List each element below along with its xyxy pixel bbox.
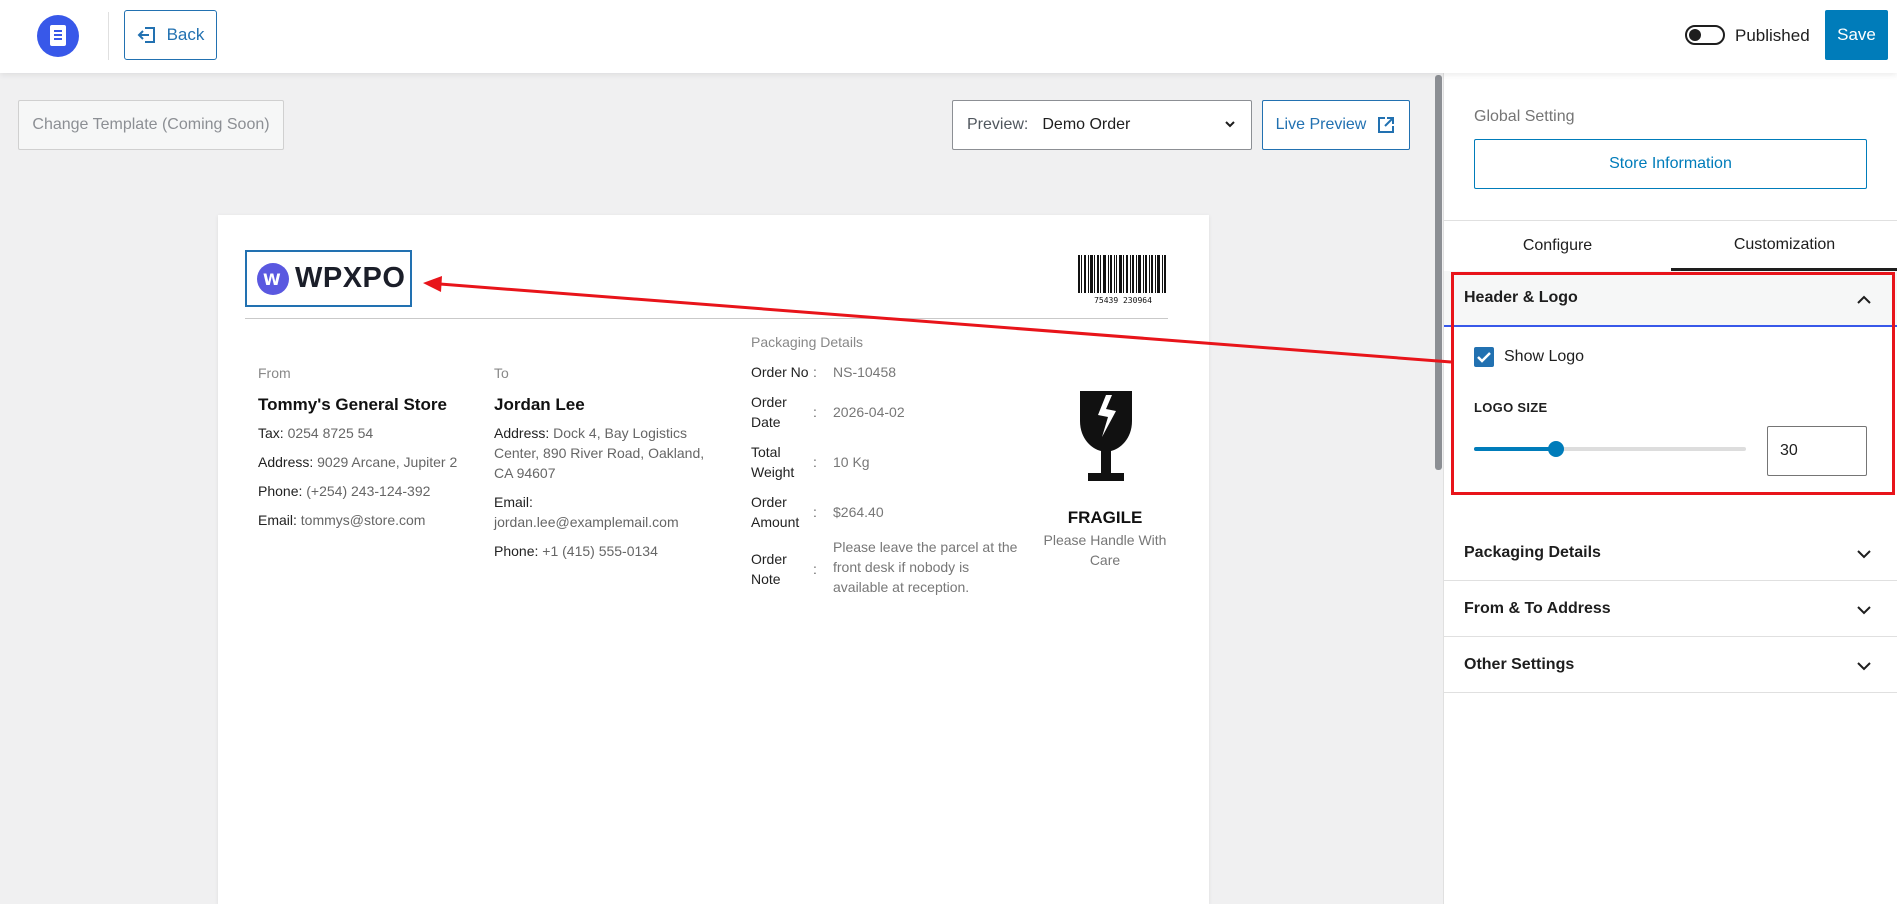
packaging-row: Order No: NS-10458 xyxy=(751,362,1031,382)
preview-value: Demo Order xyxy=(1042,116,1131,133)
label-logo[interactable]: W WPXPO xyxy=(245,250,412,307)
from-email-value: tommys@store.com xyxy=(300,512,426,528)
from-tax-key: Tax: xyxy=(258,425,284,441)
wpxpo-logo-icon: W xyxy=(257,262,289,295)
from-email-key: Email: xyxy=(258,512,297,528)
section-other-label: Other Settings xyxy=(1464,655,1575,673)
section-address-label: From & To Address xyxy=(1464,599,1611,617)
to-heading: To xyxy=(494,365,509,381)
packaging-row: Order Amount: $264.40 xyxy=(751,492,1031,532)
from-address-key: Address: xyxy=(258,454,314,470)
from-tax-value: 0254 8725 54 xyxy=(287,425,374,441)
from-phone-value: (+254) 243-124-392 xyxy=(306,483,431,499)
barcode-icon: 75439 230964 xyxy=(1078,255,1166,305)
packaging-key: Order Note xyxy=(751,551,787,587)
store-information-button[interactable]: Store Information xyxy=(1474,139,1867,189)
packaging-title: Packaging Details xyxy=(751,334,864,350)
canvas-scrollbar[interactable] xyxy=(1435,75,1442,470)
top-bar: Back Published Save xyxy=(0,0,1897,73)
packaging-key: Order No xyxy=(751,364,809,380)
save-button[interactable]: Save xyxy=(1825,10,1888,60)
to-name: Jordan Lee xyxy=(494,395,585,414)
to-address: To Jordan Lee Address: Dock 4, Bay Logis… xyxy=(494,363,709,570)
slider-thumb[interactable] xyxy=(1547,441,1564,457)
chevron-down-icon xyxy=(1857,662,1871,671)
section-packaging-details[interactable]: Packaging Details xyxy=(1444,525,1897,581)
from-address: From Tommy's General Store Tax: 0254 872… xyxy=(258,363,468,539)
from-name: Tommy's General Store xyxy=(258,395,447,414)
logo-size-slider[interactable] xyxy=(1474,441,1746,457)
show-logo-checkbox[interactable] xyxy=(1474,347,1494,367)
fragile-glass-icon xyxy=(1080,391,1132,481)
packaging-value: NS-10458 xyxy=(833,364,897,380)
chevron-up-icon xyxy=(1857,295,1871,304)
logo-wordmark: WPXPO xyxy=(295,262,406,294)
packaging-key: Order Date xyxy=(751,394,787,430)
to-phone-key: Phone: xyxy=(494,543,539,559)
checkmark-icon xyxy=(1477,352,1491,363)
change-template-button[interactable]: Change Template (Coming Soon) xyxy=(18,100,284,150)
slider-fill xyxy=(1474,447,1556,451)
external-link-icon xyxy=(1378,117,1395,133)
section-header-logo-label: Header & Logo xyxy=(1464,289,1578,306)
logo-size-input[interactable]: 30 xyxy=(1767,426,1867,476)
logo-size-label: LOGO SIZE xyxy=(1474,400,1548,415)
section-packaging-label: Packaging Details xyxy=(1464,543,1601,561)
tab-configure[interactable]: Configure xyxy=(1444,221,1671,271)
packaging-value: 2026-04-02 xyxy=(833,404,905,420)
global-setting-label: Global Setting xyxy=(1474,108,1575,125)
preview-label: Preview: xyxy=(967,116,1029,133)
packaging-key: Total Weight xyxy=(751,444,795,480)
show-logo-label: Show Logo xyxy=(1504,348,1585,365)
fragile-subtitle: Please Handle With Care xyxy=(1043,532,1167,568)
packaging-value: Please leave the parcel at the front des… xyxy=(833,539,1018,595)
from-address-value: 9029 Arcane, Jupiter 2 xyxy=(317,454,458,470)
back-button[interactable]: Back xyxy=(124,10,217,60)
published-label: Published xyxy=(1735,26,1810,45)
label-divider xyxy=(245,318,1168,319)
to-email-key: Email: xyxy=(494,494,533,510)
section-from-to-address[interactable]: From & To Address xyxy=(1444,581,1897,637)
to-address-key: Address: xyxy=(494,425,550,441)
divider xyxy=(108,12,109,60)
packaging-row: Order Note: Please leave the parcel at th… xyxy=(751,537,1031,597)
chevron-down-icon xyxy=(1857,550,1871,559)
section-header-logo[interactable]: Header & Logo xyxy=(1444,271,1897,327)
live-preview-label: Live Preview xyxy=(1275,116,1367,133)
app-logo-icon[interactable] xyxy=(37,15,79,57)
to-email-value: jordan.lee@examplemail.com xyxy=(494,514,679,530)
barcode-number: 75439 230964 xyxy=(1094,296,1152,305)
to-phone-value: +1 (415) 555-0134 xyxy=(542,543,658,559)
show-logo-option[interactable]: Show Logo xyxy=(1474,347,1584,367)
preview-select[interactable]: Preview: Demo Order xyxy=(952,100,1252,150)
from-heading: From xyxy=(258,365,291,381)
chevron-down-icon xyxy=(1857,606,1871,615)
shipping-label-preview: W WPXPO 75439 230964 From Tommy's Genera… xyxy=(218,215,1209,904)
packaging-row: Order Date:2026-04-02 xyxy=(751,392,1031,432)
packaging-value: $264.40 xyxy=(833,504,884,520)
live-preview-button[interactable]: Live Preview xyxy=(1262,100,1410,150)
published-toggle[interactable] xyxy=(1685,25,1725,45)
tab-customization[interactable]: Customization xyxy=(1671,221,1897,271)
section-other-settings[interactable]: Other Settings xyxy=(1444,637,1897,693)
back-arrow-icon xyxy=(137,27,155,43)
from-phone-key: Phone: xyxy=(258,483,303,499)
fragile-title: FRAGILE xyxy=(1067,508,1143,527)
packaging-key: Order Amount xyxy=(751,494,800,530)
packaging-row: Total Weight:10 Kg xyxy=(751,442,1031,482)
chevron-down-icon xyxy=(1225,121,1235,128)
packaging-value: 10 Kg xyxy=(833,454,870,470)
settings-sidebar: Global Setting Store Information Configu… xyxy=(1443,73,1897,904)
back-label: Back xyxy=(166,25,205,44)
